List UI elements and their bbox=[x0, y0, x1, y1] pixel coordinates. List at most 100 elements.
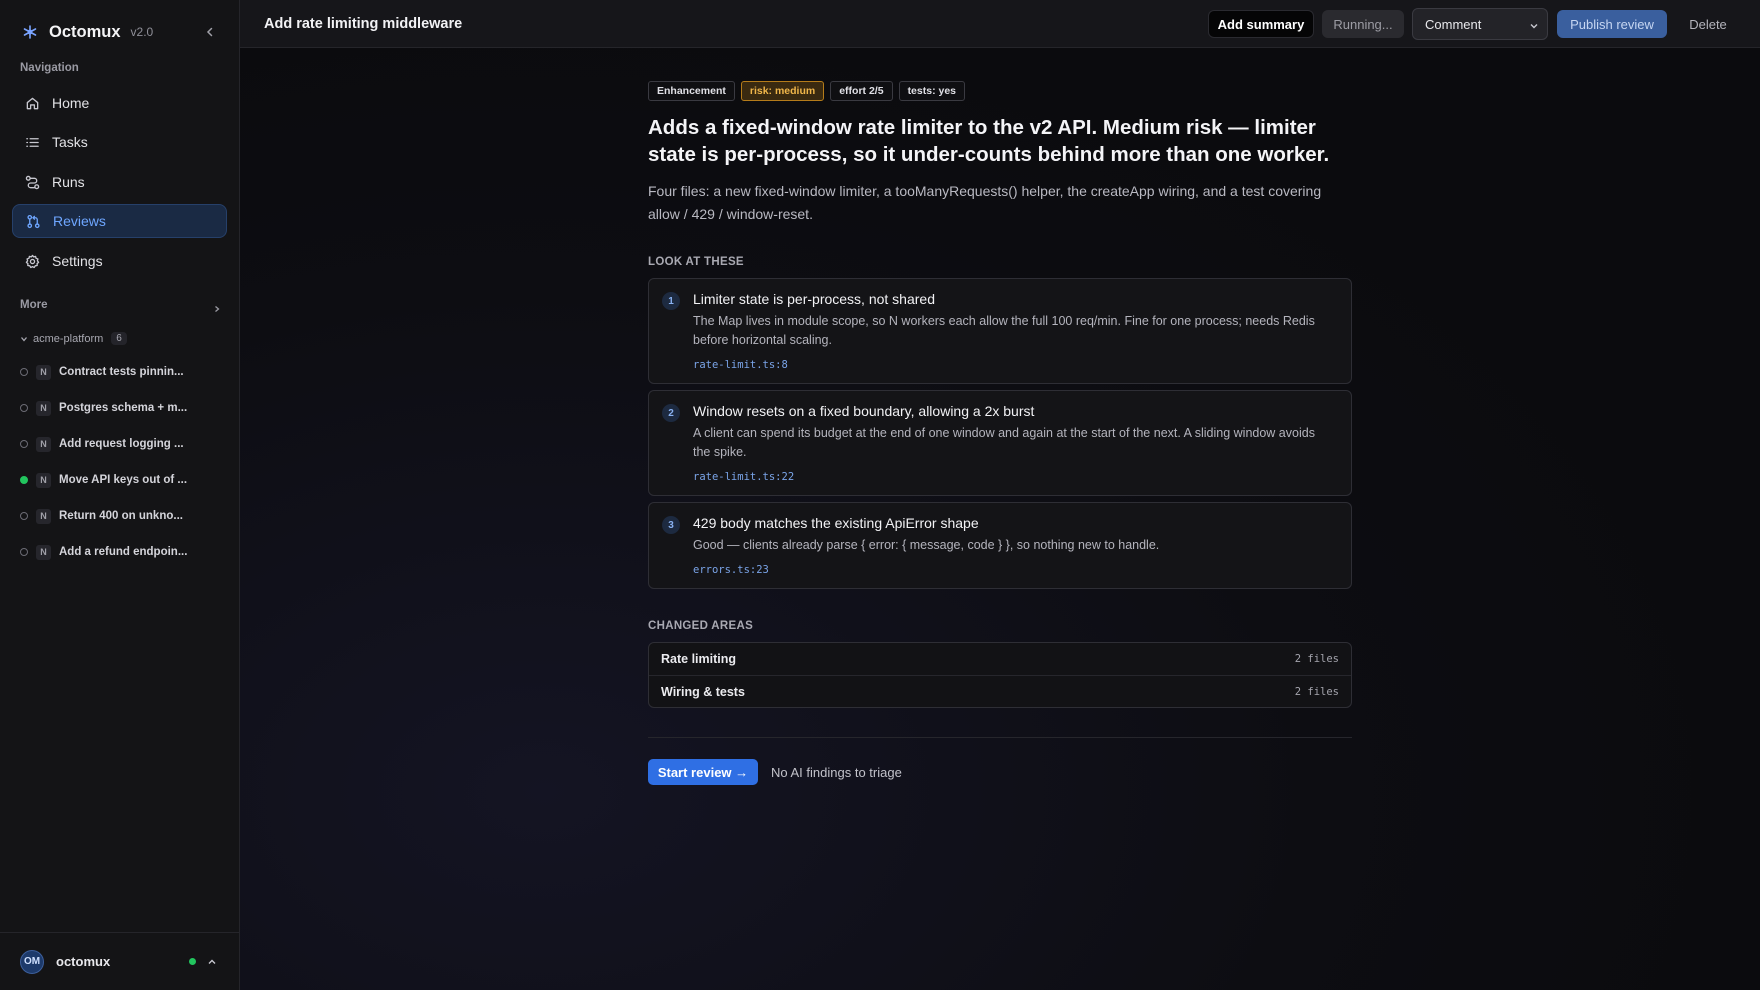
brand: Octomux v2.0 bbox=[20, 20, 220, 44]
finding-number: 3 bbox=[662, 516, 680, 534]
area-row-rate-limiting[interactable]: Rate limiting 2 files bbox=[649, 643, 1351, 675]
task-status-dot bbox=[20, 368, 28, 376]
collapse-sidebar-button[interactable] bbox=[200, 22, 220, 42]
page-title: Add rate limiting middleware bbox=[264, 16, 463, 32]
chevron-down-icon bbox=[1529, 19, 1539, 34]
add-summary-button[interactable]: Add summary bbox=[1208, 10, 1314, 38]
finding-body: Good — clients already parse { error: { … bbox=[693, 538, 1160, 552]
task-badge: N bbox=[36, 400, 51, 416]
task-title: Return 400 on unkno... bbox=[59, 510, 183, 522]
review-type-select[interactable]: Comment bbox=[1412, 8, 1548, 40]
finding-number: 2 bbox=[662, 404, 680, 422]
flow-icon bbox=[24, 174, 40, 190]
task-title: Add a refund endpoin... bbox=[59, 546, 188, 558]
online-status-dot bbox=[189, 958, 196, 965]
project-name: acme-platform bbox=[33, 332, 104, 345]
task-list-item[interactable]: N Contract tests pinnin... bbox=[20, 361, 220, 383]
home-icon bbox=[24, 95, 40, 111]
sidebar-item-label: Runs bbox=[52, 174, 85, 190]
task-list-item[interactable]: N Move API keys out of ... bbox=[20, 469, 220, 491]
finding-body: A client can spend its budget at the end… bbox=[693, 426, 1315, 459]
chevron-down-icon bbox=[20, 335, 28, 343]
risk-chip: risk: medium bbox=[740, 81, 825, 101]
type-chip: Enhancement bbox=[648, 81, 735, 101]
top-bar: Add rate limiting middleware Add summary… bbox=[240, 0, 1760, 48]
sidebar-item-label: Tasks bbox=[52, 134, 88, 150]
finding-body: The Map lives in module scope, so N work… bbox=[693, 314, 1315, 347]
project-group[interactable]: acme-platform 6 bbox=[20, 332, 127, 345]
user-menu[interactable]: OM octomux bbox=[0, 932, 240, 990]
tests-chip: tests: yes bbox=[898, 81, 966, 101]
finding-title: Limiter state is per-process, not shared bbox=[693, 291, 935, 307]
sidebar-item-label: Home bbox=[52, 95, 90, 111]
sidebar-item-reviews[interactable]: Reviews bbox=[12, 204, 227, 238]
sidebar-item-tasks[interactable]: Tasks bbox=[12, 125, 227, 159]
task-list-item[interactable]: N Add a refund endpoin... bbox=[20, 541, 220, 563]
finding-card: 3 429 body matches the existing ApiError… bbox=[648, 502, 1352, 589]
task-title: Add request logging ... bbox=[59, 438, 184, 450]
app-version: v2.0 bbox=[130, 25, 154, 39]
task-status-dot bbox=[20, 476, 28, 484]
finding-number: 1 bbox=[662, 292, 680, 310]
sidebar-item-settings[interactable]: Settings bbox=[12, 244, 227, 278]
project-count-badge: 6 bbox=[111, 332, 127, 345]
area-name: Rate limiting bbox=[661, 652, 737, 666]
tag-chips: Enhancement risk: medium effort 2/5 test… bbox=[648, 81, 971, 101]
task-status-dot bbox=[20, 440, 28, 448]
changed-areas-list: Rate limiting 2 files Wiring & tests 2 f… bbox=[648, 642, 1352, 708]
sidebar: Octomux v2.0 Navigation Home Tasks Runs … bbox=[0, 0, 240, 990]
task-list-item[interactable]: N Return 400 on unkno... bbox=[20, 505, 220, 527]
finding-title: Window resets on a fixed boundary, allow… bbox=[693, 403, 1035, 419]
chevron-up-icon[interactable] bbox=[207, 954, 217, 970]
username: octomux bbox=[56, 954, 111, 969]
area-name: Wiring & tests bbox=[661, 684, 745, 699]
area-row-wiring-tests[interactable]: Wiring & tests 2 files bbox=[649, 675, 1351, 707]
sidebar-item-runs[interactable]: Runs bbox=[12, 165, 227, 199]
file-link[interactable]: rate-limit.ts:22 bbox=[693, 471, 794, 483]
task-title: Contract tests pinnin... bbox=[59, 366, 184, 378]
review-type-value: Comment bbox=[1425, 16, 1482, 32]
finding-card: 1 Limiter state is per-process, not shar… bbox=[648, 278, 1352, 384]
main-panel: Add rate limiting middleware Add summary… bbox=[240, 0, 1760, 990]
review-headline: Adds a fixed-window rate limiter to the … bbox=[648, 116, 1330, 166]
task-badge: N bbox=[36, 472, 51, 488]
octomux-logo-icon bbox=[20, 22, 40, 42]
finding-card: 2 Window resets on a fixed boundary, all… bbox=[648, 390, 1352, 496]
task-title: Move API keys out of ... bbox=[59, 474, 188, 486]
publish-review-button[interactable]: Publish review bbox=[1557, 10, 1667, 38]
running-button[interactable]: Running... bbox=[1322, 10, 1404, 38]
task-status-dot bbox=[20, 512, 28, 520]
task-list-item[interactable]: N Add request logging ... bbox=[20, 433, 220, 455]
list-icon bbox=[24, 134, 40, 150]
sidebar-item-label: Settings bbox=[52, 253, 103, 269]
chevron-right-icon[interactable] bbox=[213, 300, 221, 316]
review-summary: Four files: a new fixed-window limiter, … bbox=[648, 183, 1322, 222]
gear-icon bbox=[24, 253, 40, 269]
more-section-label: More bbox=[20, 299, 48, 311]
task-badge: N bbox=[36, 508, 51, 524]
delete-button[interactable]: Delete bbox=[1679, 10, 1737, 38]
file-link[interactable]: rate-limit.ts:8 bbox=[693, 359, 788, 371]
sidebar-item-label: Reviews bbox=[53, 213, 106, 229]
task-status-dot bbox=[20, 404, 28, 412]
nav-section-label: Navigation bbox=[20, 62, 79, 74]
effort-chip: effort 2/5 bbox=[830, 81, 893, 101]
look-at-these-heading: LOOK AT THESE bbox=[648, 256, 744, 268]
app-name: Octomux bbox=[49, 22, 121, 41]
avatar: OM bbox=[20, 949, 44, 974]
file-link[interactable]: errors.ts:23 bbox=[693, 564, 769, 576]
start-review-button[interactable]: Start review → bbox=[648, 759, 758, 785]
sidebar-item-home[interactable]: Home bbox=[12, 86, 227, 120]
git-pull-request-icon bbox=[25, 213, 41, 229]
task-badge: N bbox=[36, 436, 51, 452]
no-findings-text: No AI findings to triage bbox=[771, 765, 902, 780]
area-file-count: 2 files bbox=[1294, 653, 1339, 665]
divider bbox=[648, 737, 1352, 738]
task-badge: N bbox=[36, 544, 51, 560]
task-status-dot bbox=[20, 548, 28, 556]
area-file-count: 2 files bbox=[1294, 685, 1339, 698]
task-list-item[interactable]: N Postgres schema + m... bbox=[20, 397, 220, 419]
task-badge: N bbox=[36, 364, 51, 380]
chevron-left-icon bbox=[206, 27, 213, 37]
finding-title: 429 body matches the existing ApiError s… bbox=[693, 515, 979, 531]
